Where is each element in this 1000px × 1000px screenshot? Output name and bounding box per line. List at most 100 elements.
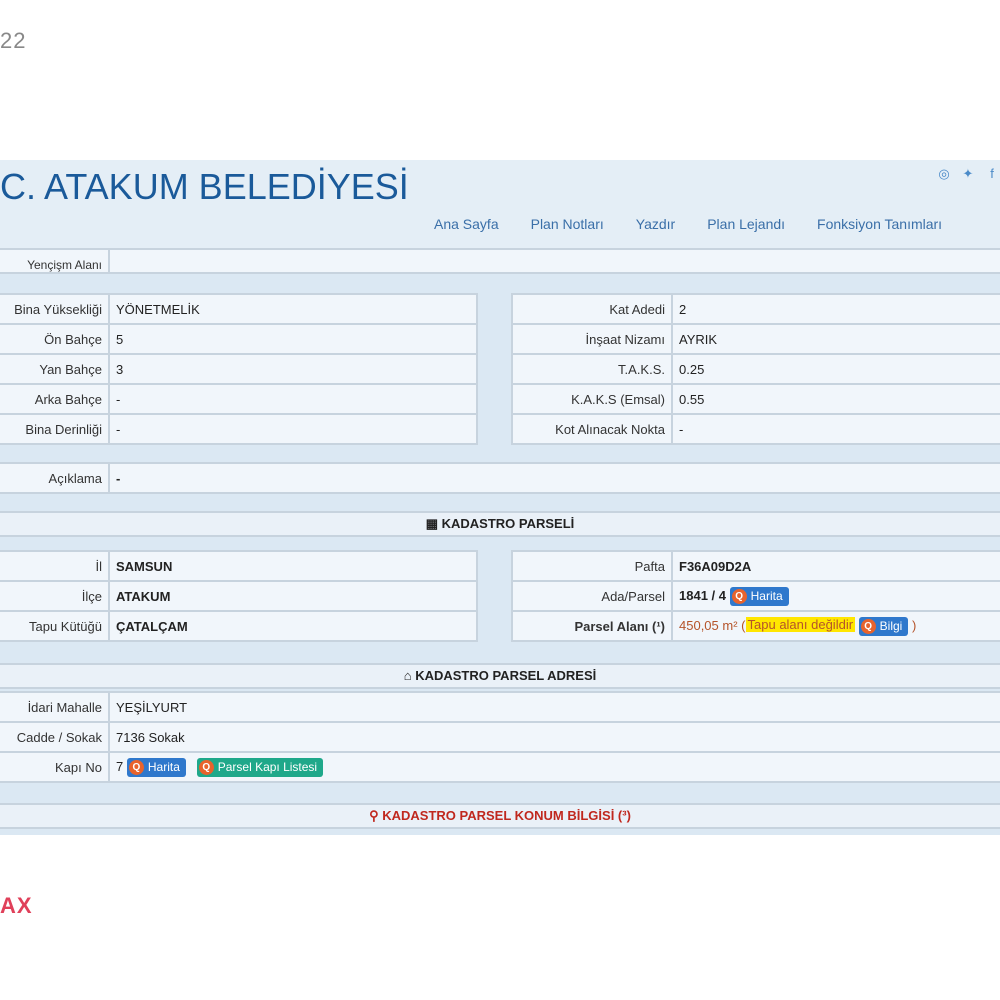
table-row: Pafta F36A09D2A xyxy=(511,550,1000,582)
table-row: Kot Alınacak Nokta - xyxy=(511,413,1000,445)
building-table-right: Kat Adedi 2 İnşaat Nizamı AYRIK T.A.K.S. 0.… xyxy=(511,293,1000,445)
table-row: Cadde / Sokak 7136 Sokak xyxy=(0,721,1000,753)
table-row: Ada/Parsel 1841 / 4 Q Harita xyxy=(511,580,1000,612)
twitter-icon[interactable]: ✦ xyxy=(960,166,976,182)
row-label: Bina Yüksekliği xyxy=(0,293,110,325)
home-icon: ⌂ xyxy=(403,668,412,683)
row-label: K.A.K.S (Emsal) xyxy=(511,383,673,415)
table-row: T.A.K.S. 0.25 xyxy=(511,353,1000,385)
button-label: Harita xyxy=(147,760,180,774)
pafta-value: F36A09D2A xyxy=(671,550,1000,582)
row-value: - xyxy=(671,413,1000,445)
section-title: KADASTRO PARSELİ xyxy=(441,516,575,531)
menu-yazdir[interactable]: Yazdır xyxy=(636,216,675,232)
table-row: Tapu Kütüğü ÇATALÇAM xyxy=(0,610,478,642)
partial-label: Yençişm Alanı xyxy=(0,248,110,274)
partial-row: Yençişm Alanı xyxy=(0,248,1000,274)
section-title: KADASTRO PARSEL KONUM BİLGİSİ (³) xyxy=(382,808,631,823)
row-value: YEŞİLYURT xyxy=(108,691,1000,723)
ada-parsel-value: 1841 / 4 xyxy=(679,587,726,603)
kadastro-table-left: İl SAMSUN İlçe ATAKUM Tapu Kütüğü ÇATALÇAM xyxy=(0,550,478,642)
kapi-no-value: 7 xyxy=(116,758,124,774)
building-table-left: Bina Yüksekliği YÖNETMELİK Ön Bahçe 5 Yan … xyxy=(0,293,478,445)
row-value: 0.25 xyxy=(671,353,1000,385)
row-value: ÇATALÇAM xyxy=(108,610,478,642)
table-row: Parsel Alanı (¹) 450,05 m² (Tapu alanı d… xyxy=(511,610,1000,642)
row-label: Tapu Kütüğü xyxy=(0,610,110,642)
row-value: - xyxy=(108,383,478,415)
corner-number: 22 xyxy=(0,28,27,53)
top-menu: Ana Sayfa Plan Notları Yazdır Plan Lejan… xyxy=(434,216,942,232)
row-label: Yan Bahçe xyxy=(0,353,110,385)
aciklama-value: - xyxy=(108,462,1000,494)
button-label: Parsel Kapı Listesi xyxy=(217,760,318,774)
row-value: 3 xyxy=(108,353,478,385)
row-label: Cadde / Sokak xyxy=(0,721,110,753)
table-row: K.A.K.S (Emsal) 0.55 xyxy=(511,383,1000,415)
table-row: Yan Bahçe 3 xyxy=(0,353,478,385)
list-icon: Q xyxy=(198,759,214,775)
table-row: İlçe ATAKUM xyxy=(0,580,478,612)
ada-harita-button[interactable]: Q Harita xyxy=(729,586,789,606)
row-label: Kot Alınacak Nokta xyxy=(511,413,673,445)
section-konum-bilgisi: ⚲ KADASTRO PARSEL KONUM BİLGİSİ (³) xyxy=(0,803,1000,829)
address-table: İdari Mahalle YEŞİLYURT Cadde / Sokak 7136… xyxy=(0,691,1000,783)
table-row: Arka Bahçe - xyxy=(0,383,478,415)
section-kadastro-parseli: ▦ KADASTRO PARSELİ xyxy=(0,511,1000,537)
row-label: İl xyxy=(0,550,110,582)
paren-close: ) xyxy=(911,617,917,633)
menu-fonksiyon-tanimlari[interactable]: Fonksiyon Tanımları xyxy=(817,216,942,232)
facebook-icon[interactable]: f xyxy=(984,166,1000,182)
map-icon: Q xyxy=(128,759,144,775)
button-label: Harita xyxy=(750,589,783,603)
row-label: Arka Bahçe xyxy=(0,383,110,415)
instagram-icon[interactable]: ◎ xyxy=(936,166,952,182)
row-label: Ön Bahçe xyxy=(0,323,110,355)
aciklama-row: Açıklama - xyxy=(0,462,1000,494)
kapi-harita-button[interactable]: Q Harita xyxy=(126,757,186,777)
row-value: 7136 Sokak xyxy=(108,721,1000,753)
paren-open: ( xyxy=(741,617,746,633)
aciklama-label: Açıklama xyxy=(0,462,110,494)
table-row: Kat Adedi 2 xyxy=(511,293,1000,325)
row-label: İnşaat Nizamı xyxy=(511,323,673,355)
row-value: SAMSUN xyxy=(108,550,478,582)
grid-icon: ▦ xyxy=(425,516,438,531)
info-icon: Q xyxy=(860,618,876,634)
menu-plan-lejandi[interactable]: Plan Lejandı xyxy=(707,216,785,232)
kapi-no-label: Kapı No xyxy=(0,751,110,783)
kadastro-table-right: Pafta F36A09D2A Ada/Parsel 1841 / 4 Q Har… xyxy=(511,550,1000,642)
parsel-alani-value: 450,05 m² xyxy=(679,617,738,633)
menu-ana-sayfa[interactable]: Ana Sayfa xyxy=(434,216,499,232)
row-label: Bina Derinliği xyxy=(0,413,110,445)
button-label: Bilgi xyxy=(879,619,903,633)
bilgi-button[interactable]: Q Bilgi xyxy=(858,616,909,636)
corner-watermark: AX xyxy=(0,893,33,918)
row-value: 5 xyxy=(108,323,478,355)
table-row: İnşaat Nizamı AYRIK xyxy=(511,323,1000,355)
screenshot-panel: C. ATAKUM BELEDİYESİ ◎ ✦ f Ana Sayfa Pla… xyxy=(0,160,1000,835)
row-label: İdari Mahalle xyxy=(0,691,110,723)
row-label: T.A.K.S. xyxy=(511,353,673,385)
parsel-kapi-listesi-button[interactable]: Q Parsel Kapı Listesi xyxy=(196,757,324,777)
row-value: 0.55 xyxy=(671,383,1000,415)
row-value: 2 xyxy=(671,293,1000,325)
row-label: Kat Adedi xyxy=(511,293,673,325)
table-row: Ön Bahçe 5 xyxy=(0,323,478,355)
row-value: ATAKUM xyxy=(108,580,478,612)
table-row: Bina Yüksekliği YÖNETMELİK xyxy=(0,293,478,325)
ada-parsel-label: Ada/Parsel xyxy=(511,580,673,612)
table-row: İdari Mahalle YEŞİLYURT xyxy=(0,691,1000,723)
row-label: İlçe xyxy=(0,580,110,612)
row-value: - xyxy=(108,413,478,445)
map-pin-icon: ⚲ xyxy=(369,808,379,823)
pafta-label: Pafta xyxy=(511,550,673,582)
site-title: C. ATAKUM BELEDİYESİ xyxy=(0,166,409,207)
table-row: Kapı No 7 Q Harita Q Parsel Kapı Listesi xyxy=(0,751,1000,783)
section-title: KADASTRO PARSEL ADRESİ xyxy=(415,668,597,683)
menu-plan-notlari[interactable]: Plan Notları xyxy=(531,216,604,232)
table-row: İl SAMSUN xyxy=(0,550,478,582)
row-value: YÖNETMELİK xyxy=(108,293,478,325)
tapu-note: Tapu alanı değildir xyxy=(745,617,856,633)
row-value: AYRIK xyxy=(671,323,1000,355)
